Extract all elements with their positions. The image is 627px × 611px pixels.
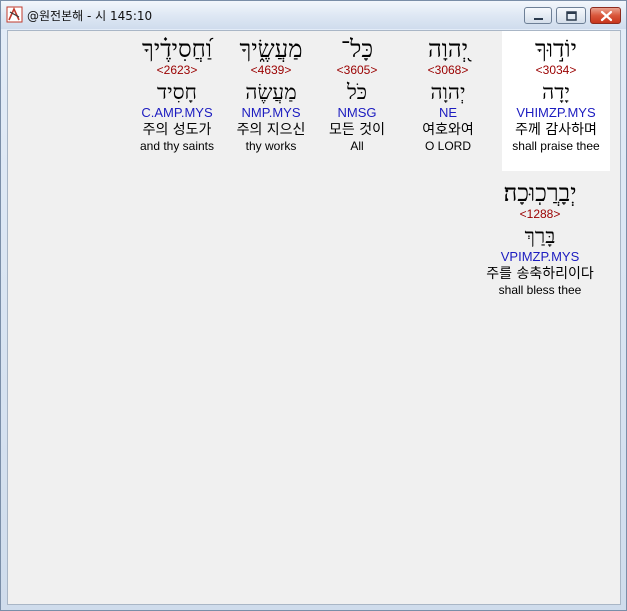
app-logo-icon xyxy=(6,6,23,23)
korean-gloss: 주의 성도가 xyxy=(142,122,212,138)
korean-gloss: 주를 송축하리이다 xyxy=(486,266,594,282)
lemma-word: מַעֲשֶׂה xyxy=(245,80,297,104)
minimize-button[interactable] xyxy=(524,7,552,24)
english-gloss: shall praise thee xyxy=(512,139,600,153)
lemma-word: יָדָה xyxy=(542,80,570,104)
hebrew-word: יְ֭הוָה xyxy=(427,35,469,63)
strong-number[interactable]: <3605> xyxy=(308,63,406,77)
english-gloss: and thy saints xyxy=(139,139,215,153)
english-gloss: shall bless thee xyxy=(498,283,582,297)
maximize-button[interactable] xyxy=(556,7,586,24)
lemma-word: יְהוָה xyxy=(430,80,466,104)
window-title: @원전본해 - 시 145:10 xyxy=(27,9,153,23)
korean-gloss: 주께 감사하며 xyxy=(515,122,597,138)
hebrew-word: כָּל־ xyxy=(340,35,374,63)
hebrew-word: מַעֲשֶׂ֑יךָ xyxy=(239,35,303,63)
word-block[interactable]: יְ֭הוָה <3068> יְהוָה NE 여호와여 O LORD xyxy=(398,31,498,171)
hebrew-word: וַ֝חֲסִידֶ֗יךָ xyxy=(142,35,212,63)
maximize-icon xyxy=(566,11,577,21)
strong-number[interactable]: <1288> xyxy=(470,207,610,221)
korean-gloss: 여호와여 xyxy=(422,122,474,138)
hebrew-word: יוֹד֣וּךָ xyxy=(535,35,577,63)
english-gloss: O LORD xyxy=(424,139,471,153)
word-block[interactable]: כָּל־ <3605> כֹּל NMSG 모든 것이 All xyxy=(308,31,406,171)
morphology-code: VHIMZP.MYS xyxy=(516,105,596,120)
lemma-word: כֹּל xyxy=(346,80,368,104)
morphology-code: VPIMZP.MYS xyxy=(500,249,580,264)
word-block[interactable]: יְבָרֲכֽוּכָה׃ <1288> בָּרַךְ VPIMZP.MYS… xyxy=(470,175,610,311)
morphology-code: NMP.MYS xyxy=(241,105,301,120)
hebrew-word: יְבָרֲכֽוּכָה׃ xyxy=(503,179,577,207)
morphology-code: NE xyxy=(438,105,458,120)
strong-number[interactable]: <3034> xyxy=(502,63,610,77)
word-block[interactable]: וַ֝חֲסִידֶ֗יךָ <2623> חָסִיד C.AMP.MYS 주… xyxy=(126,31,228,171)
strong-number[interactable]: <2623> xyxy=(126,63,228,77)
korean-gloss: 주의 지으신 xyxy=(236,122,306,138)
strong-number[interactable]: <4639> xyxy=(222,63,320,77)
morphology-code: NMSG xyxy=(337,105,377,120)
lemma-word: בָּרַךְ xyxy=(524,224,556,248)
close-button[interactable] xyxy=(590,7,621,24)
title-bar[interactable]: @원전본해 - 시 145:10 xyxy=(1,1,626,29)
word-block[interactable]: יוֹד֣וּךָ <3034> יָדָה VHIMZP.MYS 주께 감사하… xyxy=(502,31,610,171)
lemma-word: חָסִיד xyxy=(157,80,197,104)
strong-number[interactable]: <3068> xyxy=(398,63,498,77)
minimize-icon xyxy=(534,18,543,20)
app-window: @원전본해 - 시 145:10 יוֹד֣וּךָ <3034> יָדָה … xyxy=(0,0,627,611)
english-gloss: thy works xyxy=(245,139,297,153)
close-icon xyxy=(600,10,613,22)
morphology-code: C.AMP.MYS xyxy=(141,105,213,120)
english-gloss: All xyxy=(350,139,364,153)
interlinear-panel[interactable]: יוֹד֣וּךָ <3034> יָדָה VHIMZP.MYS 주께 감사하… xyxy=(7,30,621,605)
word-block[interactable]: מַעֲשֶׂ֑יךָ <4639> מַעֲשֶׂה NMP.MYS 주의 지… xyxy=(222,31,320,171)
korean-gloss: 모든 것이 xyxy=(329,122,385,138)
